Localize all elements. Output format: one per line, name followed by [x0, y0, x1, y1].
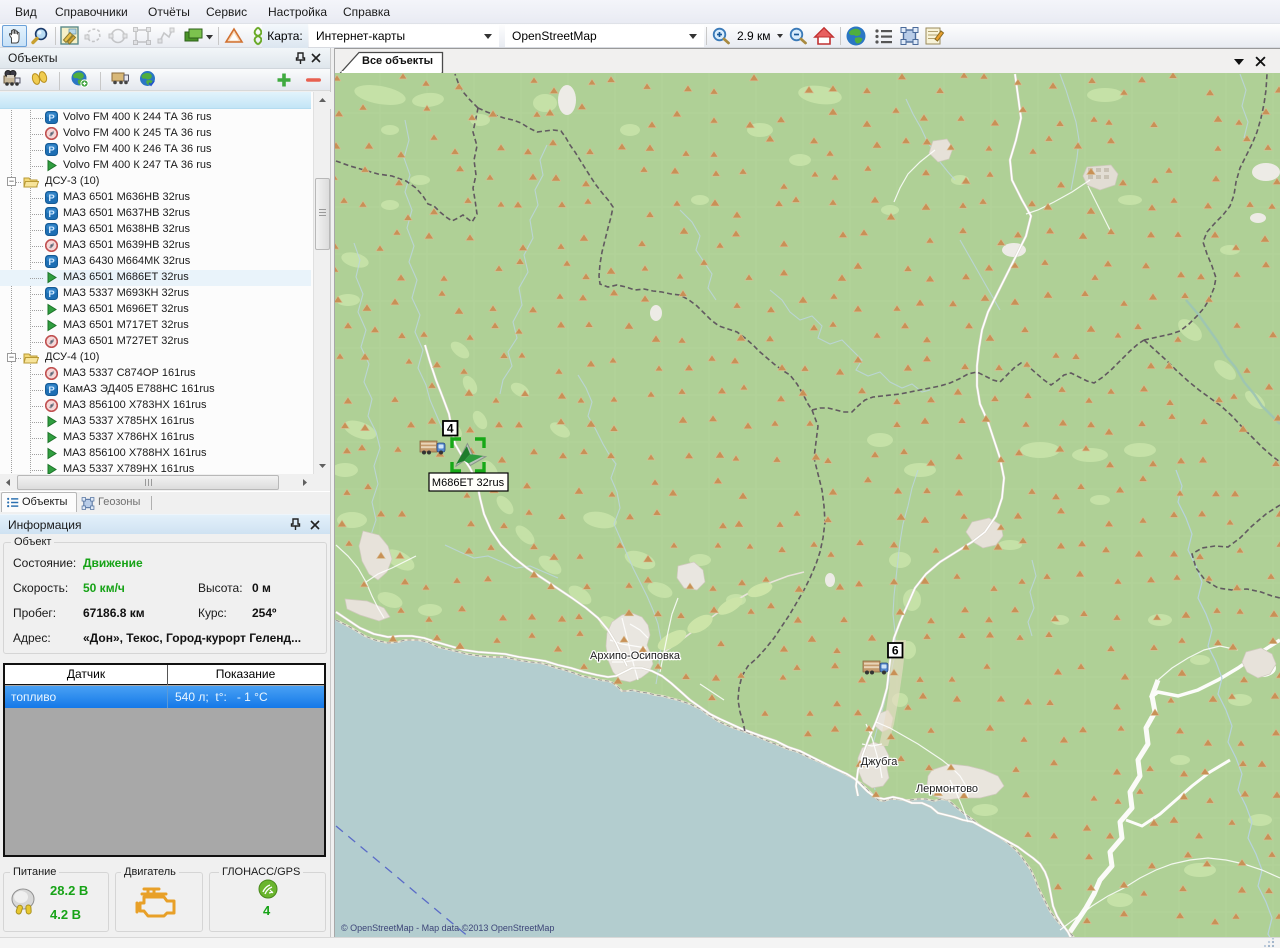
svg-text:© OpenStreetMap - Map data ©20: © OpenStreetMap - Map data ©2013 OpenStr… — [341, 923, 554, 933]
svg-text:6: 6 — [892, 644, 899, 658]
svg-text:4: 4 — [447, 422, 454, 436]
svg-text:Лермонтово: Лермонтово — [916, 783, 978, 795]
svg-text:P: P — [48, 209, 55, 220]
svg-text:М686ЕТ 32rus: М686ЕТ 32rus — [432, 477, 505, 489]
svg-text:P: P — [48, 257, 55, 268]
svg-text:P: P — [48, 225, 55, 236]
svg-text:P: P — [48, 193, 55, 204]
svg-text:P: P — [48, 385, 55, 396]
svg-text:P: P — [48, 113, 55, 124]
svg-text:Джубга: Джубга — [861, 756, 899, 768]
svg-text:Архипо-Осиповка: Архипо-Осиповка — [590, 650, 681, 662]
svg-text:P: P — [48, 289, 55, 300]
svg-text:P: P — [48, 145, 55, 156]
